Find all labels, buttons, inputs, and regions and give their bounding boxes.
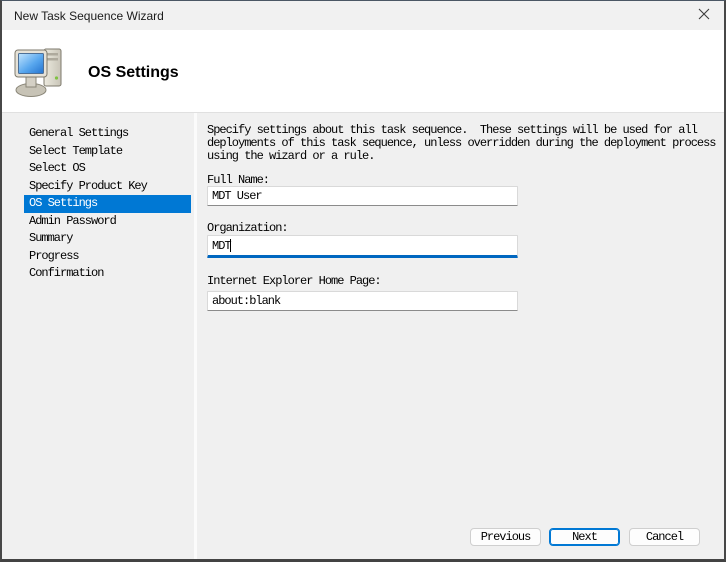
wizard-steps-list: General Settings Select Template Select …: [2, 113, 194, 559]
page-title: OS Settings: [88, 64, 179, 82]
previous-button[interactable]: Previous: [470, 528, 541, 546]
close-button[interactable]: [684, 1, 724, 30]
organization-label: Organization:: [207, 221, 288, 235]
main-pane: Specify settings about this task sequenc…: [197, 113, 724, 559]
sidebar-item-confirmation: Confirmation: [24, 265, 191, 283]
titlebar: New Task Sequence Wizard: [2, 1, 724, 30]
new-task-sequence-wizard-window: New Task Sequence Wizard: [0, 0, 726, 562]
cancel-button[interactable]: Cancel: [629, 528, 700, 546]
ie-home-page-label: Internet Explorer Home Page:: [207, 274, 381, 288]
full-name-input[interactable]: [207, 186, 518, 206]
ie-home-page-input[interactable]: [207, 291, 518, 311]
sidebar-item-general-settings: General Settings: [24, 125, 191, 143]
text-cursor: [230, 239, 231, 252]
next-button[interactable]: Next: [549, 528, 620, 546]
sidebar-item-os-settings: OS Settings: [24, 195, 191, 213]
sidebar-item-select-os: Select OS: [24, 160, 191, 178]
page-description: Specify settings about this task sequenc…: [207, 124, 723, 163]
sidebar-item-specify-product-key: Specify Product Key: [24, 178, 191, 196]
wizard-body: General Settings Select Template Select …: [2, 113, 724, 559]
close-icon: [698, 8, 710, 23]
computer-icon: [14, 44, 70, 100]
full-name-label: Full Name:: [207, 173, 269, 187]
window-title: New Task Sequence Wizard: [14, 9, 164, 23]
wizard-header: OS Settings: [2, 30, 724, 113]
organization-input[interactable]: [207, 235, 518, 258]
sidebar-item-progress: Progress: [24, 248, 191, 266]
sidebar-item-admin-password: Admin Password: [24, 213, 191, 231]
sidebar-item-select-template: Select Template: [24, 143, 191, 161]
sidebar-item-summary: Summary: [24, 230, 191, 248]
